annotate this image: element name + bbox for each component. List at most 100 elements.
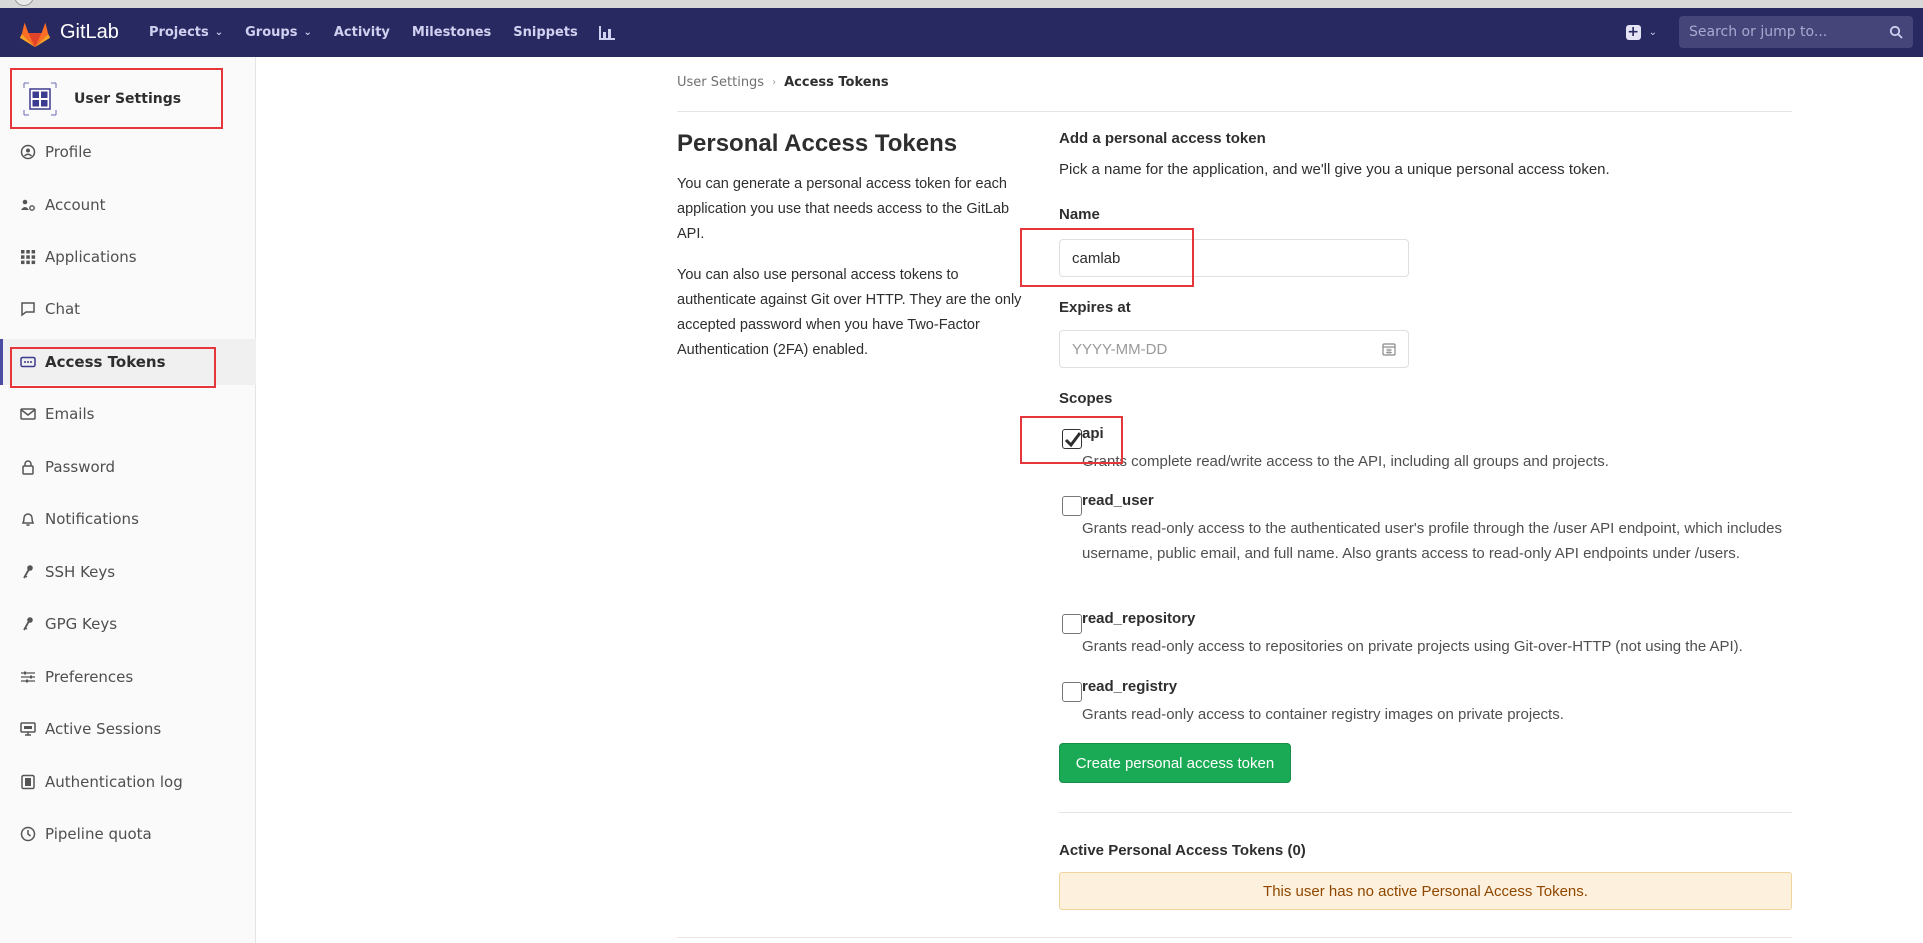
gitlab-logo-icon[interactable]: [18, 16, 52, 50]
scope-description: Grants read-only access to repositories …: [1082, 638, 1743, 655]
sidebar-item-pipeline-quota[interactable]: Pipeline quota: [0, 811, 256, 857]
sidebar-item-notifications[interactable]: Notifications: [0, 496, 256, 542]
form-heading: Add a personal access token: [1059, 130, 1266, 147]
applications-icon: [21, 250, 36, 265]
account-icon: [21, 199, 35, 211]
expires-label: Expires at: [1059, 299, 1131, 316]
chevron-right-icon: ›: [772, 77, 777, 88]
nav-snippets-label: Snippets: [513, 25, 578, 40]
sidebar-item-account[interactable]: Account: [0, 182, 256, 228]
create-token-button[interactable]: Create personal access token: [1059, 743, 1291, 783]
nav-activity-label: Activity: [333, 25, 390, 40]
scope-read-user-checkbox[interactable]: [1062, 496, 1082, 516]
search-box[interactable]: [1679, 16, 1913, 48]
chart-icon[interactable]: [598, 25, 616, 41]
checkmark-icon: [1064, 432, 1082, 448]
nav-projects[interactable]: Projects ⌄: [149, 25, 223, 40]
sidebar-item-label: Applications: [45, 248, 137, 266]
form-subtitle: Pick a name for the application, and we'…: [1059, 161, 1610, 178]
chevron-down-icon: ⌄: [1648, 26, 1657, 38]
nav-milestones[interactable]: Milestones: [412, 25, 491, 40]
nav-milestones-label: Milestones: [411, 25, 492, 40]
scope-name: read_user: [1082, 492, 1154, 509]
scopes-label: Scopes: [1059, 390, 1113, 407]
token-form: Add a personal access token Pick a name …: [1059, 130, 1792, 910]
brand-name[interactable]: GitLab: [60, 21, 119, 44]
no-tokens-alert: This user has no active Personal Access …: [1059, 872, 1792, 910]
sidebar-item-authentication-log[interactable]: Authentication log: [0, 759, 256, 805]
log-icon: [21, 774, 35, 790]
settings-sidebar: User Settings Profile Account Applicatio…: [0, 57, 256, 943]
expires-input[interactable]: [1072, 340, 1352, 358]
breadcrumb-current[interactable]: Access Tokens: [784, 75, 888, 90]
sidebar-item-access-tokens[interactable]: Access Tokens: [0, 339, 256, 385]
scope-description: Grants read-only access to the authentic…: [1082, 520, 1782, 562]
name-label: Name: [1059, 206, 1100, 223]
active-tokens-title: Active Personal Access Tokens (0): [1059, 842, 1306, 859]
new-dropdown-button[interactable]: + ⌄: [1625, 24, 1657, 40]
sidebar-item-label: Notifications: [45, 510, 139, 528]
sidebar-item-label: SSH Keys: [45, 563, 116, 581]
key-icon: [23, 617, 33, 631]
page-title: Personal Access Tokens: [677, 130, 958, 157]
sidebar-item-applications[interactable]: Applications: [0, 234, 256, 280]
divider: [677, 937, 1792, 938]
scope-name: api: [1082, 425, 1104, 442]
scope-name: read_repository: [1082, 610, 1196, 627]
sidebar-header[interactable]: User Settings: [10, 69, 222, 129]
sidebar-item-gpg-keys[interactable]: GPG Keys: [0, 601, 256, 647]
scope-read-repository-checkbox[interactable]: [1062, 614, 1082, 634]
nav-links: Projects ⌄ Groups ⌄ Activity Milestones Sn…: [149, 25, 616, 41]
sidebar-item-profile[interactable]: Profile: [0, 129, 256, 175]
breadcrumb: User Settings › Access Tokens: [677, 75, 889, 90]
sidebar-item-label: Account: [45, 196, 106, 214]
sidebar-item-label: Emails: [45, 405, 95, 423]
scope-name: read_registry: [1082, 678, 1178, 695]
token-name-input[interactable]: [1059, 239, 1409, 277]
profile-icon: [20, 144, 36, 160]
divider: [1059, 812, 1792, 813]
sidebar-item-label: Chat: [45, 300, 81, 318]
divider: [677, 111, 1792, 112]
top-navbar: GitLab Projects ⌄ Groups ⌄ Activity Milest…: [0, 8, 1923, 57]
chevron-down-icon: ⌄: [303, 27, 312, 38]
sidebar-item-label: GPG Keys: [45, 615, 118, 633]
window-control-circle: [14, 0, 34, 6]
sidebar-item-password[interactable]: Password: [0, 444, 256, 490]
expires-date-field[interactable]: [1059, 330, 1409, 368]
sidebar-item-emails[interactable]: Emails: [0, 391, 256, 437]
search-input[interactable]: [1689, 24, 1869, 40]
intro-column: Personal Access Tokens You can generate …: [677, 130, 1027, 379]
sidebar-item-label: Password: [45, 458, 116, 476]
search-icon[interactable]: [1889, 25, 1903, 39]
scope-description: Grants read-only access to container reg…: [1082, 706, 1564, 723]
nav-projects-label: Projects: [148, 25, 209, 40]
sidebar-item-label: Pipeline quota: [45, 825, 152, 843]
chat-icon: [21, 302, 35, 317]
plus-square-icon: +: [1625, 24, 1641, 40]
nav-activity[interactable]: Activity: [334, 25, 390, 40]
scope-read-registry-checkbox[interactable]: [1062, 682, 1082, 702]
calendar-icon[interactable]: [1382, 342, 1396, 356]
chevron-down-icon: ⌄: [214, 27, 224, 38]
sidebar-item-active-sessions[interactable]: Active Sessions: [0, 706, 256, 752]
sidebar-item-label: Preferences: [45, 668, 134, 686]
sidebar-item-ssh-keys[interactable]: SSH Keys: [0, 549, 256, 595]
nav-groups[interactable]: Groups ⌄: [245, 25, 312, 40]
nav-groups-label: Groups: [245, 25, 298, 40]
scope-api-checkbox[interactable]: [1062, 429, 1082, 449]
sidebar-title: User Settings: [74, 91, 182, 107]
access-tokens-icon: [20, 356, 36, 368]
sidebar-item-chat[interactable]: Chat: [0, 286, 256, 332]
breadcrumb-parent[interactable]: User Settings: [677, 75, 764, 90]
email-icon: [20, 408, 36, 420]
brand[interactable]: GitLab: [18, 16, 119, 50]
bell-icon: [21, 513, 35, 526]
user-settings-icon: [23, 82, 57, 116]
sidebar-item-preferences[interactable]: Preferences: [0, 654, 256, 700]
monitor-icon: [20, 722, 36, 736]
nav-snippets[interactable]: Snippets: [513, 25, 577, 40]
sidebar-item-label: Active Sessions: [45, 720, 162, 738]
lock-icon: [22, 460, 34, 475]
no-tokens-message: This user has no active Personal Access …: [1263, 882, 1588, 900]
